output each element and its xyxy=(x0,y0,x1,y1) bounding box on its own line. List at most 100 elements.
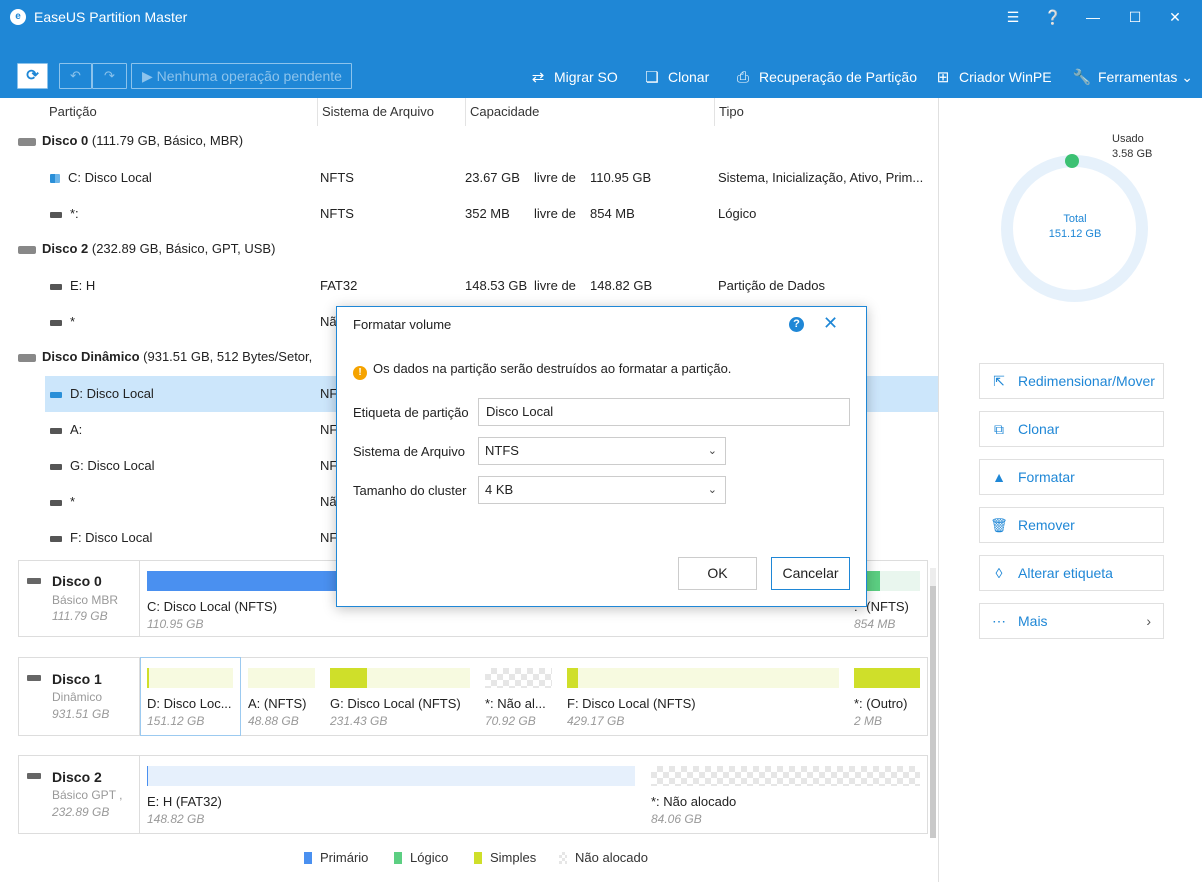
column-header-type[interactable]: Tipo xyxy=(715,98,938,126)
help-icon[interactable]: ? xyxy=(789,317,804,332)
partition-segment[interactable]: F: Disco Local (NFTS) 429.17 GB xyxy=(567,668,839,728)
legend-primary: Primário xyxy=(304,850,368,866)
pending-label: Nenhuma operação pendente xyxy=(156,68,342,84)
migrate-icon: ⇄ xyxy=(531,69,545,86)
partition-segment[interactable]: E: H (FAT32) 148.82 GB xyxy=(147,766,635,826)
winpe-creator-button[interactable]: ⊞ Criador WinPE xyxy=(933,66,1052,88)
partition-segment[interactable]: A: (NFTS) 48.88 GB xyxy=(248,668,315,728)
chevron-right-icon: › xyxy=(1146,613,1151,629)
clone-button[interactable]: ⧉ Clonar xyxy=(979,411,1164,447)
ok-button[interactable]: OK xyxy=(678,557,757,590)
warning-message: ! Os dados na partição serão destruídos a… xyxy=(353,361,731,380)
column-header-capacity[interactable]: Capacidade xyxy=(466,98,715,126)
partition-icon xyxy=(50,391,62,398)
usage-indicator-dot xyxy=(1065,154,1079,168)
dots-icon: ⋯ xyxy=(992,613,1006,629)
toolbar: ⟳ ↶ ↷ ▶ Nenhuma operação pendente ⇄ Migra… xyxy=(0,34,1202,98)
partition-segment[interactable]: D: Disco Loc... 151.12 GB xyxy=(147,668,233,728)
partition-segment[interactable]: *: Não alocado 84.06 GB xyxy=(651,766,920,826)
clone-toolbar-button[interactable]: ❏ Clonar xyxy=(642,66,709,88)
column-header-filesystem[interactable]: Sistema de Arquivo xyxy=(318,98,466,126)
disk-map-disk2[interactable]: Disco 2 Básico GPT , 232.89 GB E: H (FAT… xyxy=(18,755,928,834)
tools-menu-button[interactable]: 🔧 Ferramentas ⌄ xyxy=(1072,66,1193,88)
chevron-down-icon: ⌄ xyxy=(707,484,717,496)
legend-swatch xyxy=(304,852,312,864)
help-icon[interactable]: ❔ xyxy=(1033,0,1073,34)
trash-icon: 🗑 xyxy=(990,517,1008,533)
chevron-down-icon: ⌄ xyxy=(1181,69,1193,85)
legend-swatch xyxy=(394,852,402,864)
clone-icon: ❏ xyxy=(645,69,659,86)
partition-icon xyxy=(50,427,62,434)
menu-icon[interactable]: ☰ xyxy=(993,0,1033,34)
resize-move-button[interactable]: ⇱ Redimensionar/Mover xyxy=(979,363,1164,399)
partition-label-input[interactable]: Disco Local xyxy=(478,398,850,426)
partition-icon xyxy=(50,535,62,542)
disk-row[interactable]: Disco 2 (232.89 GB, Básico, GPT, USB) xyxy=(0,231,938,267)
disk-map-scrollbar[interactable] xyxy=(930,568,936,838)
apply-pending-button[interactable]: ▶ Nenhuma operação pendente xyxy=(131,63,352,89)
disk-row[interactable]: Disco 0 (111.79 GB, Básico, MBR) xyxy=(0,123,938,159)
partition-recovery-button[interactable]: ⎙ Recuperação de Partição xyxy=(733,66,917,88)
wrench-icon: 🔧 xyxy=(1072,69,1092,86)
used-readout: Usado 3.58 GB xyxy=(1112,133,1153,160)
usage-bar xyxy=(147,668,149,688)
legend-simple: Simples xyxy=(474,850,536,866)
disk-icon xyxy=(27,675,41,681)
table-row[interactable]: E: H FAT32 148.53 GB livre de 148.82 GB … xyxy=(0,268,938,304)
column-header-partition[interactable]: Partição xyxy=(45,98,318,126)
title-bar: e EaseUS Partition Master ☰ ❔ — ☐ ✕ xyxy=(0,0,1202,34)
redo-button[interactable]: ↷ xyxy=(92,63,127,89)
warning-icon: ! xyxy=(353,366,367,380)
change-label-button[interactable]: ◊ Alterar etiqueta xyxy=(979,555,1164,591)
format-volume-dialog: Formatar volume ? ✕ ! Os dados na partiçã… xyxy=(336,306,867,607)
scrollbar-thumb[interactable] xyxy=(930,586,936,838)
partition-icon xyxy=(50,319,62,326)
close-icon[interactable]: ✕ xyxy=(823,313,838,334)
format-button[interactable]: ▲ Formatar xyxy=(979,459,1164,495)
partition-segment[interactable]: *: (Outro) 2 MB xyxy=(854,668,920,728)
resize-icon: ⇱ xyxy=(993,373,1005,389)
clone-icon: ⧉ xyxy=(994,421,1004,437)
remove-button[interactable]: 🗑 Remover xyxy=(979,507,1164,543)
disk-map-disk1[interactable]: Disco 1 Dinâmico 931.51 GB D: Disco Loc.… xyxy=(18,657,928,736)
disk-icon xyxy=(18,353,36,362)
disk-icon xyxy=(18,245,36,254)
windows-partition-icon xyxy=(50,174,60,184)
usage-bar xyxy=(330,668,367,688)
legend-swatch xyxy=(559,852,567,864)
partition-label-field-label: Etiqueta de partição xyxy=(353,405,469,420)
partition-icon xyxy=(50,283,62,290)
close-button[interactable]: ✕ xyxy=(1155,0,1195,34)
usage-bar xyxy=(147,766,148,786)
format-icon: ▲ xyxy=(992,469,1006,485)
cluster-size-field-label: Tamanho do cluster xyxy=(353,483,467,498)
refresh-button[interactable]: ⟳ xyxy=(17,63,48,89)
undo-button[interactable]: ↶ xyxy=(59,63,92,89)
unallocated-bar xyxy=(651,766,920,786)
partition-segment[interactable]: G: Disco Local (NFTS) 231.43 GB xyxy=(330,668,470,728)
partition-icon xyxy=(50,499,62,506)
migrate-os-button[interactable]: ⇄ Migrar SO xyxy=(528,66,618,88)
minimize-button[interactable]: — xyxy=(1073,0,1113,34)
filesystem-field-label: Sistema de Arquivo xyxy=(353,444,466,459)
app-title: EaseUS Partition Master xyxy=(34,9,188,25)
legend-logical: Lógico xyxy=(394,850,448,866)
cluster-size-select[interactable]: 4 KB ⌄ xyxy=(478,476,726,504)
windows-icon: ⊞ xyxy=(936,69,950,86)
usage-bar xyxy=(567,668,578,688)
cancel-button[interactable]: Cancelar xyxy=(771,557,850,590)
partition-segment[interactable]: *: Não al... 70.92 GB xyxy=(485,668,552,728)
total-readout: Total 151.12 GB xyxy=(1048,213,1102,240)
table-row[interactable]: *: NFTS 352 MB livre de 854 MB Lógico xyxy=(0,196,938,232)
app-logo-icon: e xyxy=(10,9,26,25)
partition-icon xyxy=(50,211,62,218)
filesystem-select[interactable]: NTFS ⌄ xyxy=(478,437,726,465)
table-row[interactable]: C: Disco Local NFTS 23.67 GB livre de 11… xyxy=(0,160,938,196)
maximize-button[interactable]: ☐ xyxy=(1115,0,1155,34)
legend-unallocated: Não alocado xyxy=(559,850,648,866)
legend-swatch xyxy=(474,852,482,864)
more-button[interactable]: ⋯ Mais › xyxy=(979,603,1164,639)
dialog-title: Formatar volume xyxy=(353,317,452,332)
disk-icon xyxy=(27,578,41,584)
